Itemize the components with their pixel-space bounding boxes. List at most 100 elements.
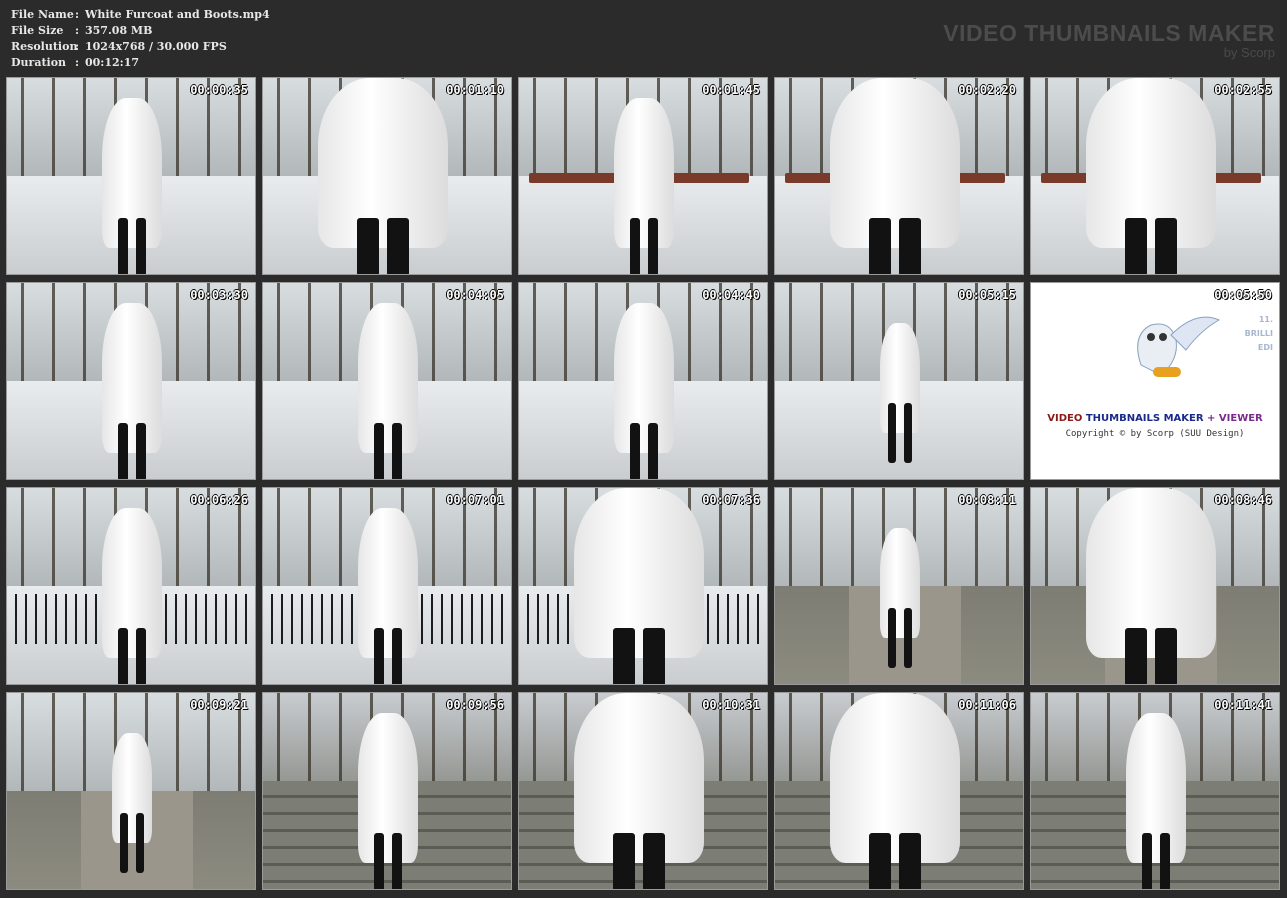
owl-logo-icon <box>1137 316 1221 377</box>
video-thumbnail[interactable]: 00:11:41 <box>1030 692 1280 890</box>
figure-boot-left <box>888 608 896 668</box>
figure-boot-left <box>374 833 384 889</box>
file-info-value: 1024x768 / 30.000 FPS <box>85 40 227 53</box>
video-thumbnail[interactable]: 00:09:21 <box>6 692 256 890</box>
figure-coat <box>1086 78 1216 248</box>
thumbnail-timestamp: 00:03:30 <box>190 288 248 302</box>
figure-coat <box>880 323 920 433</box>
figure-boot-left <box>613 833 635 889</box>
video-thumbnail[interactable]: 00:00:35 <box>6 77 256 275</box>
thumbnail-timestamp: 00:04:05 <box>446 288 504 302</box>
video-thumbnail[interactable]: 00:02:55 <box>1030 77 1280 275</box>
figure-boot-right <box>136 628 146 684</box>
figure-boot-right <box>899 218 921 274</box>
thumbnail-timestamp: 00:07:01 <box>446 493 504 507</box>
figure-boot-left <box>630 218 640 274</box>
video-thumbnail[interactable]: 00:08:11 <box>774 487 1024 685</box>
video-thumbnail[interactable]: 00:07:36 <box>518 487 768 685</box>
figure-coat <box>1126 713 1186 863</box>
figure-coat <box>574 488 704 658</box>
video-thumbnail[interactable]: 00:04:05 <box>262 282 512 480</box>
figure-coat <box>358 713 418 863</box>
figure-boot-left <box>118 628 128 684</box>
brand-watermark: VIDEO THUMBNAILS MAKER by Scorp <box>943 20 1275 60</box>
figure-boot-right <box>904 403 912 463</box>
figure-boot-left <box>613 628 635 684</box>
logo-copyright: Copyright © by Scorp (SUU Design) <box>1065 429 1245 439</box>
logo-title-video: VIDEO <box>1047 413 1083 424</box>
figure-boot-right <box>1155 218 1177 274</box>
file-info-row: File Size:357.08 MB <box>11 23 270 39</box>
figure-coat <box>102 98 162 248</box>
video-thumbnail[interactable]: 00:09:56 <box>262 692 512 890</box>
figure-boot-left <box>1125 218 1147 274</box>
thumbnail-timestamp: 00:00:35 <box>190 83 248 97</box>
file-info-value: 357.08 MB <box>85 24 153 37</box>
figure-boot-right <box>392 833 402 889</box>
thumbnail-timestamp: 00:01:45 <box>702 83 760 97</box>
video-thumbnail[interactable]: 00:01:10 <box>262 77 512 275</box>
thumbnail-timestamp: 00:01:10 <box>446 83 504 97</box>
figure-coat <box>830 78 960 248</box>
video-thumbnail[interactable]: 00:01:45 <box>518 77 768 275</box>
thumbnail-timestamp: 00:02:20 <box>958 83 1016 97</box>
video-thumbnail[interactable]: VIDEO THUMBNAILS MAKER + VIEWER Copyright… <box>1030 282 1280 480</box>
figure-coat <box>574 693 704 863</box>
thumbnail-timestamp: 00:06:26 <box>190 493 248 507</box>
file-info-key: File Name <box>11 8 74 21</box>
figure-boot-left <box>869 833 891 889</box>
video-thumbnail[interactable]: 00:06:26 <box>6 487 256 685</box>
video-thumbnail[interactable]: 00:08:46 <box>1030 487 1280 685</box>
header: File Name: White Furcoat and Boots.mp4 Fil… <box>0 0 1287 76</box>
file-info-separator: : <box>75 56 80 69</box>
video-thumbnail[interactable]: 00:10:31 <box>518 692 768 890</box>
video-thumbnail[interactable]: 00:02:20 <box>774 77 1024 275</box>
video-thumbnail[interactable]: 00:04:40 <box>518 282 768 480</box>
logo-side-text: 11. <box>1258 315 1273 324</box>
figure-boot-right <box>136 423 146 479</box>
figure-boot-left <box>357 218 379 274</box>
figure-boot-left <box>1142 833 1152 889</box>
figure-coat <box>358 508 418 658</box>
file-info-key: Duration <box>11 56 67 69</box>
file-info-row: File Name: White Furcoat and Boots.mp4 <box>11 7 270 23</box>
video-thumbnail[interactable]: 00:05:15 <box>774 282 1024 480</box>
thumbnail-timestamp: 00:07:36 <box>702 493 760 507</box>
thumbnail-timestamp: 00:09:56 <box>446 698 504 712</box>
figure-coat <box>830 693 960 863</box>
thumbnail-timestamp: 00:08:46 <box>1214 493 1272 507</box>
thumbnail-timestamp: 00:11:06 <box>958 698 1016 712</box>
video-thumbnail[interactable]: 00:11:06 <box>774 692 1024 890</box>
file-info-key: File Size <box>11 24 64 37</box>
file-info-key: Resolution <box>11 40 78 53</box>
thumbnail-timestamp: 00:09:21 <box>190 698 248 712</box>
thumbnail-timestamp: 00:11:41 <box>1214 698 1272 712</box>
logo-title-viewer: + VIEWER <box>1207 413 1263 424</box>
figure-coat <box>102 303 162 453</box>
figure-boot-right <box>392 423 402 479</box>
figure-boot-right <box>643 833 665 889</box>
logo-title-thumbnails: THUMBNAILS MAKER <box>1085 413 1204 424</box>
video-thumbnail[interactable]: 00:03:30 <box>6 282 256 480</box>
figure-boot-left <box>120 813 128 873</box>
figure-coat <box>880 528 920 638</box>
figure-boot-left <box>374 628 384 684</box>
figure-coat <box>102 508 162 658</box>
figure-coat <box>358 303 418 453</box>
file-info-panel: File Name: White Furcoat and Boots.mp4 Fil… <box>11 7 270 71</box>
video-thumbnail[interactable]: 00:07:01 <box>262 487 512 685</box>
figure-boot-right <box>387 218 409 274</box>
figure-boot-left <box>118 423 128 479</box>
figure-boot-left <box>630 423 640 479</box>
logo-side-text: EDI <box>1257 343 1273 352</box>
logo-title: VIDEO THUMBNAILS MAKER + VIEWER <box>1031 413 1279 424</box>
figure-boot-right <box>136 813 144 873</box>
figure-coat <box>112 733 152 843</box>
figure-boot-right <box>643 628 665 684</box>
file-info-row: Duration:00:12:17 <box>11 55 270 71</box>
file-info-separator: : <box>75 24 80 37</box>
brand-subtitle: by Scorp <box>1223 45 1275 60</box>
figure-boot-right <box>1160 833 1170 889</box>
figure-boot-left <box>374 423 384 479</box>
figure-coat <box>614 98 674 248</box>
